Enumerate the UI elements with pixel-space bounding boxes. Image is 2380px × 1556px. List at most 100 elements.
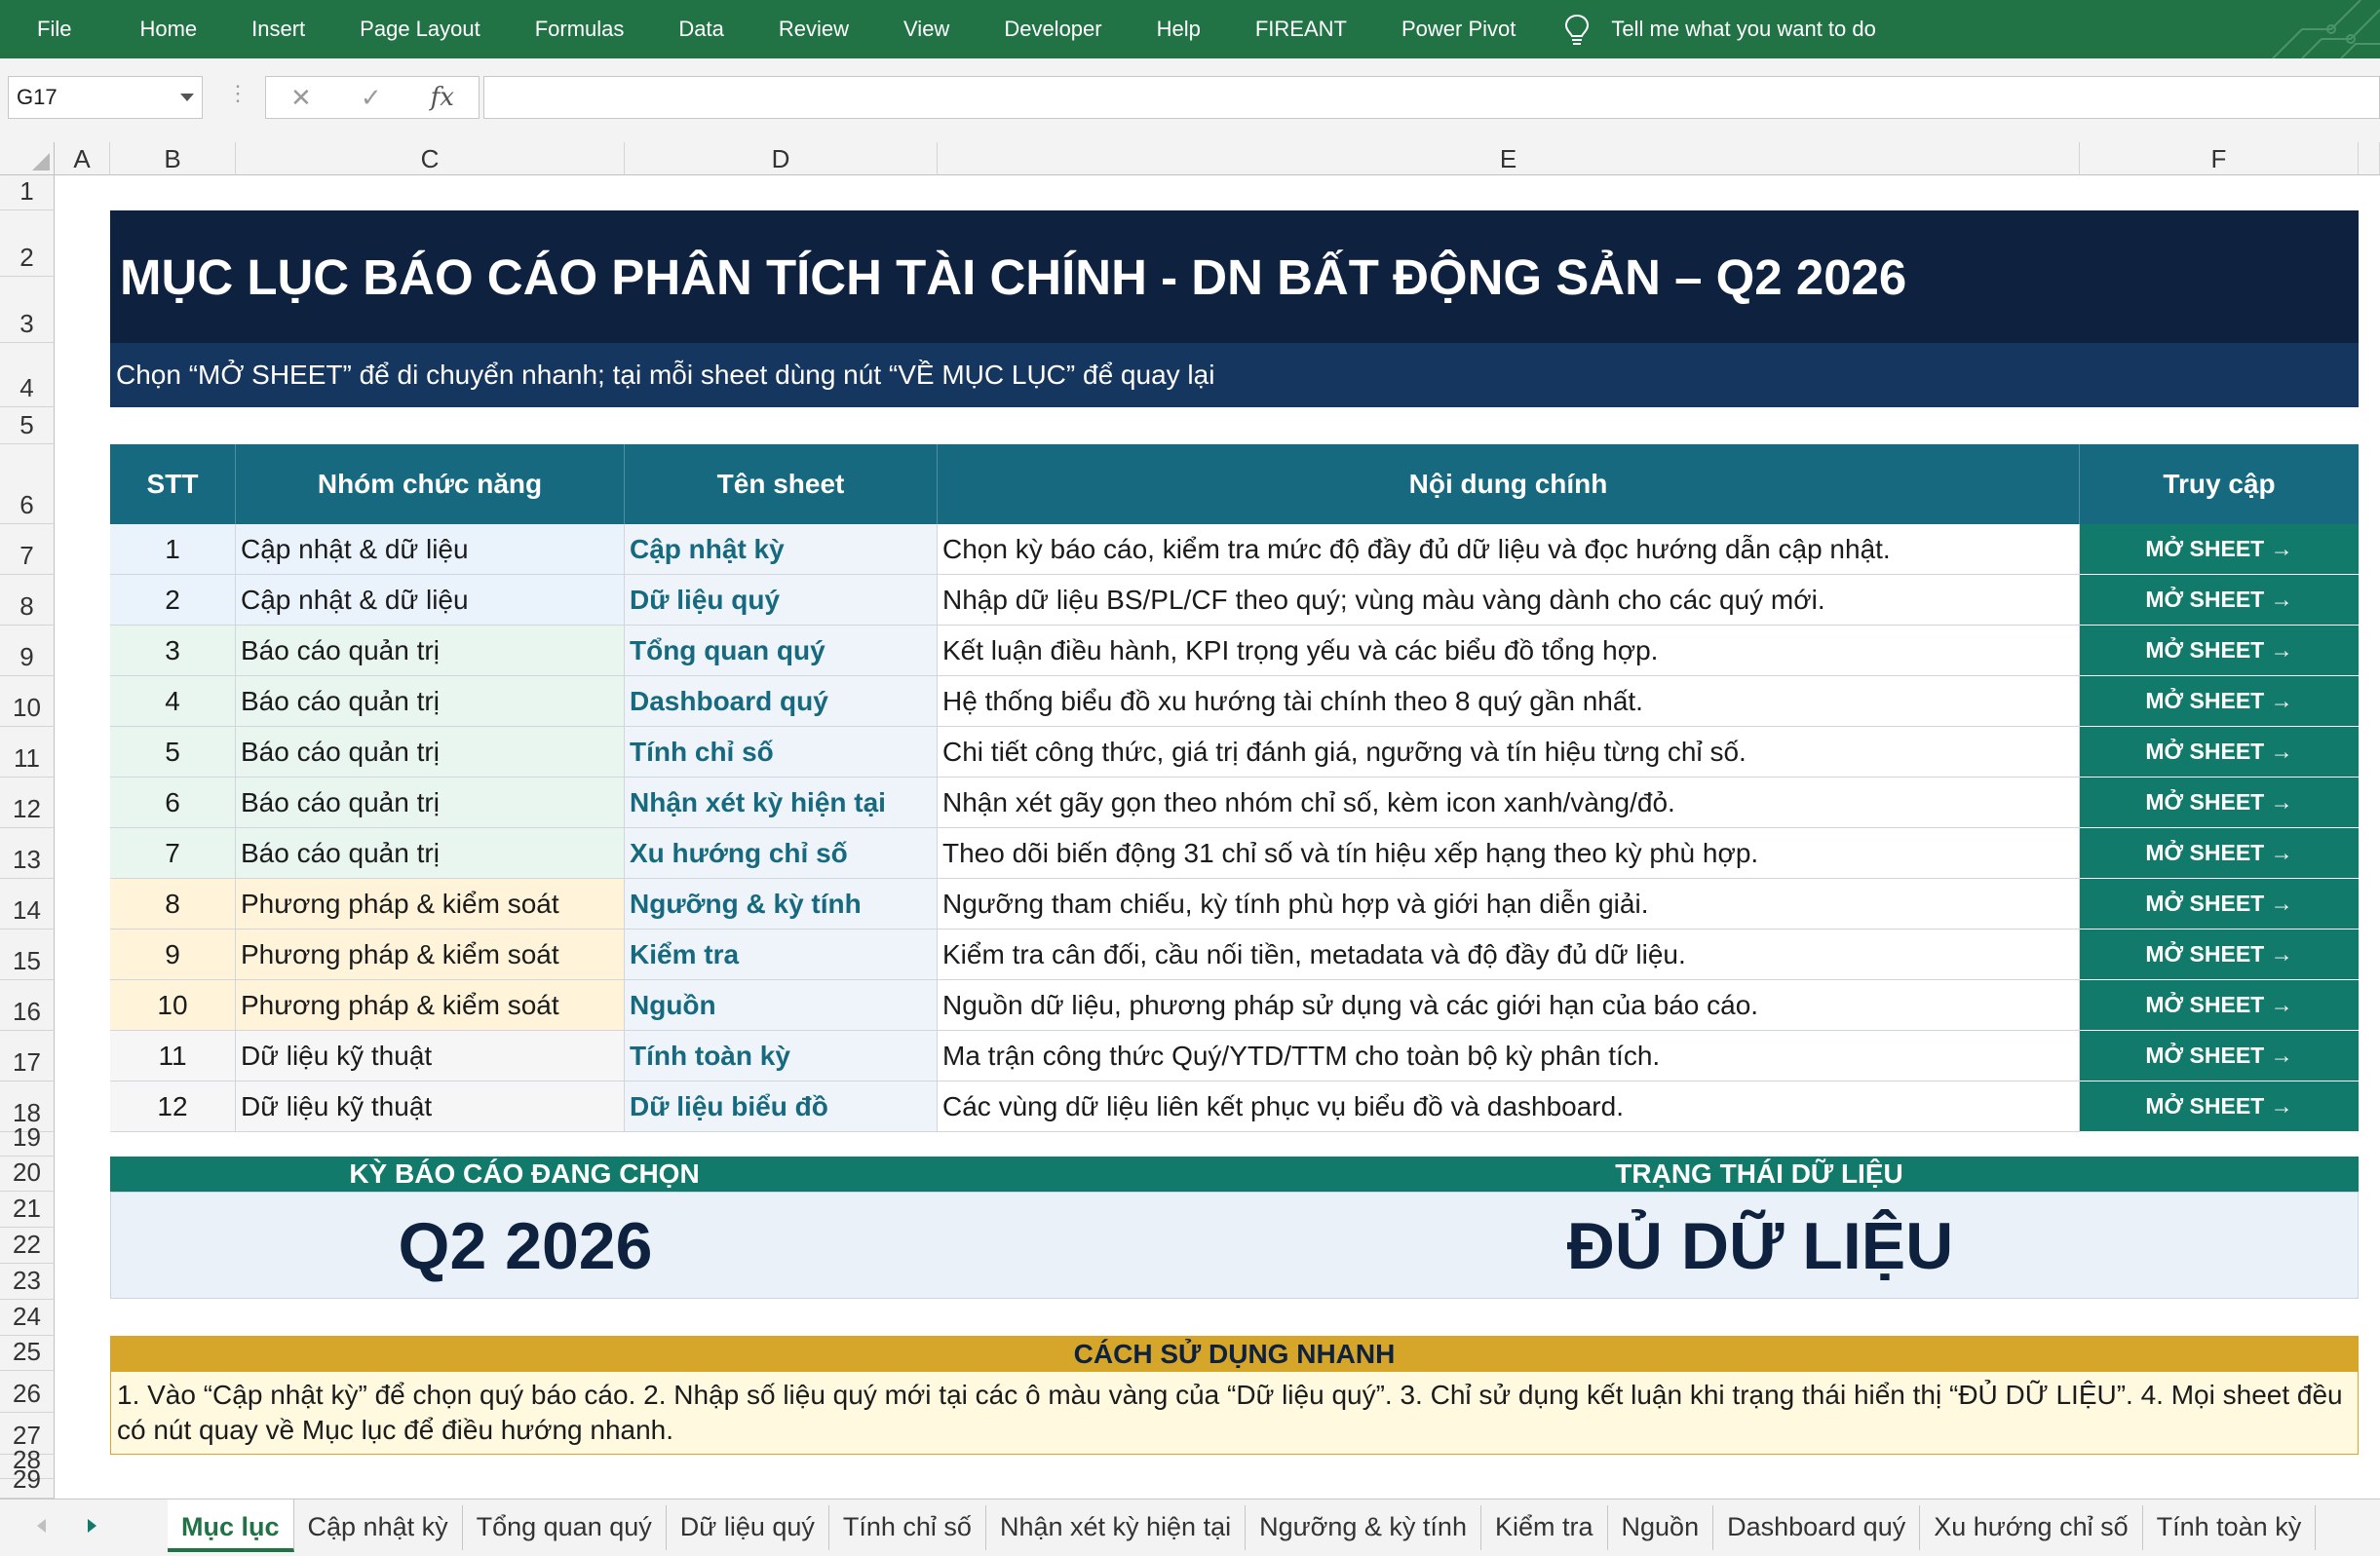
row-header-4[interactable]: 4	[0, 343, 55, 407]
ribbon-tab-power-pivot[interactable]: Power Pivot	[1374, 17, 1543, 42]
row-stt: 4	[110, 676, 236, 727]
open-sheet-button[interactable]: MỞ SHEET →	[2080, 1082, 2359, 1132]
open-sheet-button[interactable]: MỞ SHEET →	[2080, 1031, 2359, 1082]
sheet-tab-nguong-ky-tinh[interactable]: Ngưỡng & kỳ tính	[1246, 1505, 1481, 1550]
column-header-g-partial[interactable]	[2359, 142, 2380, 175]
row-number: 9	[19, 642, 34, 671]
cancel-icon[interactable]: ✕	[290, 83, 312, 113]
column-header-f[interactable]: F	[2080, 142, 2359, 175]
open-sheet-button[interactable]: MỞ SHEET →	[2080, 778, 2359, 828]
row-group: Phương pháp & kiểm soát	[236, 930, 625, 980]
open-sheet-button[interactable]: MỞ SHEET →	[2080, 879, 2359, 930]
row-header-14[interactable]: 14	[0, 879, 55, 930]
row-sheet-name: Tổng quan quý	[625, 626, 938, 676]
row-header-1[interactable]: 1	[0, 175, 55, 210]
ribbon-tab-formulas[interactable]: Formulas	[508, 17, 652, 42]
row-header-11[interactable]: 11	[0, 727, 55, 778]
ribbon-tab-developer[interactable]: Developer	[977, 17, 1129, 42]
row-header-25[interactable]: 25	[0, 1336, 55, 1371]
open-sheet-button[interactable]: MỞ SHEET →	[2080, 626, 2359, 676]
row-header-10[interactable]: 10	[0, 676, 55, 727]
ribbon-tab-review[interactable]: Review	[751, 17, 876, 42]
sheet-tab-nhan-xet-ky-hien-tai[interactable]: Nhận xét kỳ hiện tại	[986, 1505, 1247, 1550]
row-header-22[interactable]: 22	[0, 1228, 55, 1264]
sheet-tab-tong-quan-quy[interactable]: Tổng quan quý	[463, 1505, 667, 1550]
name-box[interactable]: G17	[8, 76, 203, 119]
formula-bar-grip-icon[interactable]: ⋮	[227, 83, 249, 104]
row-header-6[interactable]: 6	[0, 444, 55, 524]
chevron-down-icon[interactable]	[180, 94, 194, 101]
ribbon-tab-insert[interactable]: Insert	[224, 17, 332, 42]
open-sheet-button[interactable]: MỞ SHEET →	[2080, 980, 2359, 1031]
row-header-7[interactable]: 7	[0, 524, 55, 575]
ribbon-tab-file[interactable]: File	[0, 17, 112, 42]
row-header-23[interactable]: 23	[0, 1264, 55, 1300]
tell-me-box[interactable]: Tell me what you want to do	[1562, 13, 1876, 46]
row-header-17[interactable]: 17	[0, 1031, 55, 1082]
row-header-3[interactable]: 3	[0, 277, 55, 343]
sheet-tab-kiem-tra[interactable]: Kiểm tra	[1481, 1505, 1608, 1550]
sheet-tabs: Mục lục Cập nhật kỳ Tổng quan quý Dữ liệu q…	[168, 1499, 2317, 1556]
insert-function-icon[interactable]: fx	[431, 83, 454, 112]
row-group: Báo cáo quản trị	[236, 626, 625, 676]
sheet-tab-xu-huong-chi-so[interactable]: Xu hướng chỉ số	[1920, 1505, 2143, 1550]
sheet-tab-nguon[interactable]: Nguồn	[1608, 1505, 1714, 1550]
column-header-d[interactable]: D	[625, 142, 938, 175]
row-group: Phương pháp & kiểm soát	[236, 980, 625, 1031]
sheet-tab-du-lieu-quy[interactable]: Dữ liệu quý	[667, 1505, 829, 1550]
row-header-16[interactable]: 16	[0, 980, 55, 1031]
open-sheet-button[interactable]: MỞ SHEET →	[2080, 676, 2359, 727]
sheet-tab-dashboard-quy[interactable]: Dashboard quý	[1713, 1505, 1921, 1550]
row-stt: 3	[110, 626, 236, 676]
sheet-tab-tinh-chi-so[interactable]: Tính chỉ số	[829, 1505, 986, 1550]
row-description: Ma trận công thức Quý/YTD/TTM cho toàn b…	[938, 1031, 2080, 1082]
row-group: Báo cáo quản trị	[236, 676, 625, 727]
row-header-12[interactable]: 12	[0, 778, 55, 828]
column-header-a[interactable]: A	[55, 142, 110, 175]
column-header-b[interactable]: B	[110, 142, 236, 175]
row-header-20[interactable]: 20	[0, 1157, 55, 1192]
open-sheet-button[interactable]: MỞ SHEET →	[2080, 828, 2359, 879]
row-number: 4	[19, 373, 34, 402]
sheet-tab-cap-nhat-ky[interactable]: Cập nhật kỳ	[294, 1505, 463, 1550]
sheet-tab-muc-luc[interactable]: Mục lục	[168, 1499, 294, 1552]
sheet-tab-bar: Mục lục Cập nhật kỳ Tổng quan quý Dữ liệu q…	[0, 1499, 2380, 1556]
row-header-2[interactable]: 2	[0, 210, 55, 277]
row-sheet-name: Tính chỉ số	[625, 727, 938, 778]
open-sheet-button[interactable]: MỞ SHEET →	[2080, 524, 2359, 575]
ribbon-tab-page-layout[interactable]: Page Layout	[332, 17, 508, 42]
ribbon-tab-view[interactable]: View	[876, 17, 977, 42]
row-group: Dữ liệu kỹ thuật	[236, 1082, 625, 1132]
formula-input[interactable]	[483, 76, 2380, 119]
row-header-13[interactable]: 13	[0, 828, 55, 879]
sheet-tab-tinh-toan-ky[interactable]: Tính toàn kỳ	[2143, 1505, 2317, 1550]
row-number: 26	[13, 1379, 41, 1408]
row-header-29[interactable]: 29	[0, 1464, 55, 1499]
column-header-c[interactable]: C	[236, 142, 625, 175]
row-description: Chọn kỳ báo cáo, kiểm tra mức độ đầy đủ …	[938, 524, 2080, 575]
open-sheet-button[interactable]: MỞ SHEET →	[2080, 930, 2359, 980]
scroll-left-icon[interactable]	[37, 1519, 46, 1533]
ribbon-tab-home[interactable]: Home	[112, 17, 224, 42]
row-header-21[interactable]: 21	[0, 1192, 55, 1228]
row-header-24[interactable]: 24	[0, 1300, 55, 1336]
row-header-5[interactable]: 5	[0, 407, 55, 444]
row-header-8[interactable]: 8	[0, 575, 55, 626]
open-sheet-button[interactable]: MỞ SHEET →	[2080, 727, 2359, 778]
ribbon-tab-data[interactable]: Data	[651, 17, 750, 42]
ribbon-tab-help[interactable]: Help	[1130, 17, 1228, 42]
row-sheet-name: Xu hướng chỉ số	[625, 828, 938, 879]
confirm-icon[interactable]: ✓	[361, 83, 382, 113]
ribbon-tab-fireant[interactable]: FIREANT	[1228, 17, 1374, 42]
row-header-19[interactable]: 19	[0, 1122, 55, 1157]
ribbon-pattern-icon	[2272, 0, 2380, 58]
select-all-corner[interactable]	[0, 142, 55, 175]
column-header-e[interactable]: E	[938, 142, 2080, 175]
row-header-15[interactable]: 15	[0, 930, 55, 980]
row-header-9[interactable]: 9	[0, 626, 55, 676]
row-header-26[interactable]: 26	[0, 1371, 55, 1413]
open-sheet-button[interactable]: MỞ SHEET →	[2080, 575, 2359, 626]
row-sheet-name: Tính toàn kỳ	[625, 1031, 938, 1082]
scroll-right-icon[interactable]	[88, 1519, 96, 1533]
row-description: Các vùng dữ liệu liên kết phục vụ biểu đ…	[938, 1082, 2080, 1132]
